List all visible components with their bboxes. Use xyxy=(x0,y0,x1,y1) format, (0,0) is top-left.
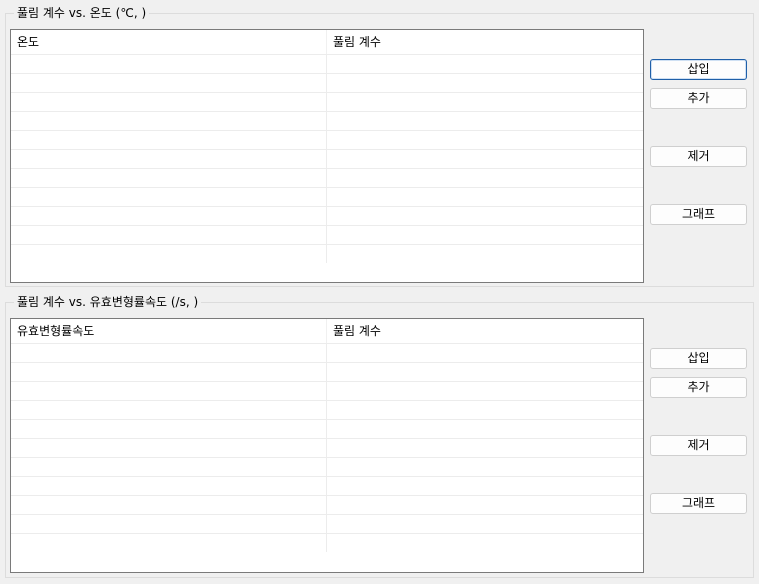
table-cell[interactable] xyxy=(11,55,327,73)
table-cell[interactable] xyxy=(327,344,643,362)
table-cell[interactable] xyxy=(327,245,643,263)
table-cell[interactable] xyxy=(327,420,643,438)
table-cell[interactable] xyxy=(327,93,643,111)
table-row[interactable] xyxy=(11,514,643,533)
table-cell[interactable] xyxy=(327,226,643,244)
column-header-relaxation-coefficient[interactable]: 풀림 계수 xyxy=(327,319,643,343)
remove-button[interactable]: 제거 xyxy=(650,435,747,456)
table-cell[interactable] xyxy=(11,477,327,495)
table-cell[interactable] xyxy=(11,74,327,92)
strain-rate-table[interactable]: 유효변형률속도 풀림 계수 xyxy=(10,318,644,573)
table-cell[interactable] xyxy=(11,439,327,457)
table-row[interactable] xyxy=(11,457,643,476)
table-cell[interactable] xyxy=(327,150,643,168)
table-row[interactable] xyxy=(11,54,643,73)
table-cell[interactable] xyxy=(327,458,643,476)
column-header-effective-strain-rate[interactable]: 유효변형률속도 xyxy=(11,319,327,343)
table-cell[interactable] xyxy=(327,112,643,130)
table-cell[interactable] xyxy=(11,112,327,130)
table-cell[interactable] xyxy=(327,496,643,514)
table-row[interactable] xyxy=(11,206,643,225)
table-row[interactable] xyxy=(11,92,643,111)
table-cell[interactable] xyxy=(11,131,327,149)
add-button[interactable]: 추가 xyxy=(650,88,747,109)
strain-rate-group-title: 풀림 계수 vs. 유효변형률속도 (/s, ) xyxy=(14,294,202,310)
table-cell[interactable] xyxy=(327,55,643,73)
table-cell[interactable] xyxy=(11,515,327,533)
strain-rate-table-header: 유효변형률속도 풀림 계수 xyxy=(11,319,643,343)
table-cell[interactable] xyxy=(11,169,327,187)
table-row[interactable] xyxy=(11,476,643,495)
insert-button[interactable]: 삽입 xyxy=(650,348,747,369)
table-cell[interactable] xyxy=(11,401,327,419)
table-row[interactable] xyxy=(11,419,643,438)
temperature-table[interactable]: 온도 풀림 계수 xyxy=(10,29,644,283)
table-cell[interactable] xyxy=(327,534,643,552)
table-cell[interactable] xyxy=(327,477,643,495)
table-cell[interactable] xyxy=(327,401,643,419)
table-row[interactable] xyxy=(11,362,643,381)
table-cell[interactable] xyxy=(327,169,643,187)
table-cell[interactable] xyxy=(327,515,643,533)
graph-button[interactable]: 그래프 xyxy=(650,493,747,514)
table-cell[interactable] xyxy=(11,188,327,206)
table-row[interactable] xyxy=(11,225,643,244)
table-row[interactable] xyxy=(11,244,643,263)
add-button[interactable]: 추가 xyxy=(650,377,747,398)
table-row[interactable] xyxy=(11,438,643,457)
table-cell[interactable] xyxy=(11,458,327,476)
table-row[interactable] xyxy=(11,111,643,130)
table-cell[interactable] xyxy=(327,74,643,92)
table-cell[interactable] xyxy=(11,93,327,111)
table-cell[interactable] xyxy=(11,420,327,438)
table-cell[interactable] xyxy=(11,534,327,552)
table-cell[interactable] xyxy=(11,496,327,514)
temperature-table-header: 온도 풀림 계수 xyxy=(11,30,643,54)
table-cell[interactable] xyxy=(327,363,643,381)
table-cell[interactable] xyxy=(11,344,327,362)
temperature-group-title: 풀림 계수 vs. 온도 (℃, ) xyxy=(14,5,150,21)
table-row[interactable] xyxy=(11,400,643,419)
table-row[interactable] xyxy=(11,149,643,168)
table-cell[interactable] xyxy=(327,439,643,457)
table-row[interactable] xyxy=(11,533,643,552)
column-header-temperature[interactable]: 온도 xyxy=(11,30,327,54)
table-cell[interactable] xyxy=(11,226,327,244)
table-row[interactable] xyxy=(11,343,643,362)
table-row[interactable] xyxy=(11,381,643,400)
table-cell[interactable] xyxy=(327,131,643,149)
table-row[interactable] xyxy=(11,168,643,187)
table-cell[interactable] xyxy=(11,150,327,168)
table-row[interactable] xyxy=(11,130,643,149)
table-cell[interactable] xyxy=(11,363,327,381)
graph-button[interactable]: 그래프 xyxy=(650,204,747,225)
table-cell[interactable] xyxy=(11,382,327,400)
temperature-table-body xyxy=(11,54,643,263)
table-row[interactable] xyxy=(11,495,643,514)
strain-rate-table-body xyxy=(11,343,643,552)
table-cell[interactable] xyxy=(11,245,327,263)
column-header-relaxation-coefficient[interactable]: 풀림 계수 xyxy=(327,30,643,54)
table-row[interactable] xyxy=(11,73,643,92)
table-row[interactable] xyxy=(11,187,643,206)
table-cell[interactable] xyxy=(11,207,327,225)
table-cell[interactable] xyxy=(327,207,643,225)
remove-button[interactable]: 제거 xyxy=(650,146,747,167)
insert-button[interactable]: 삽입 xyxy=(650,59,747,80)
table-cell[interactable] xyxy=(327,382,643,400)
table-cell[interactable] xyxy=(327,188,643,206)
